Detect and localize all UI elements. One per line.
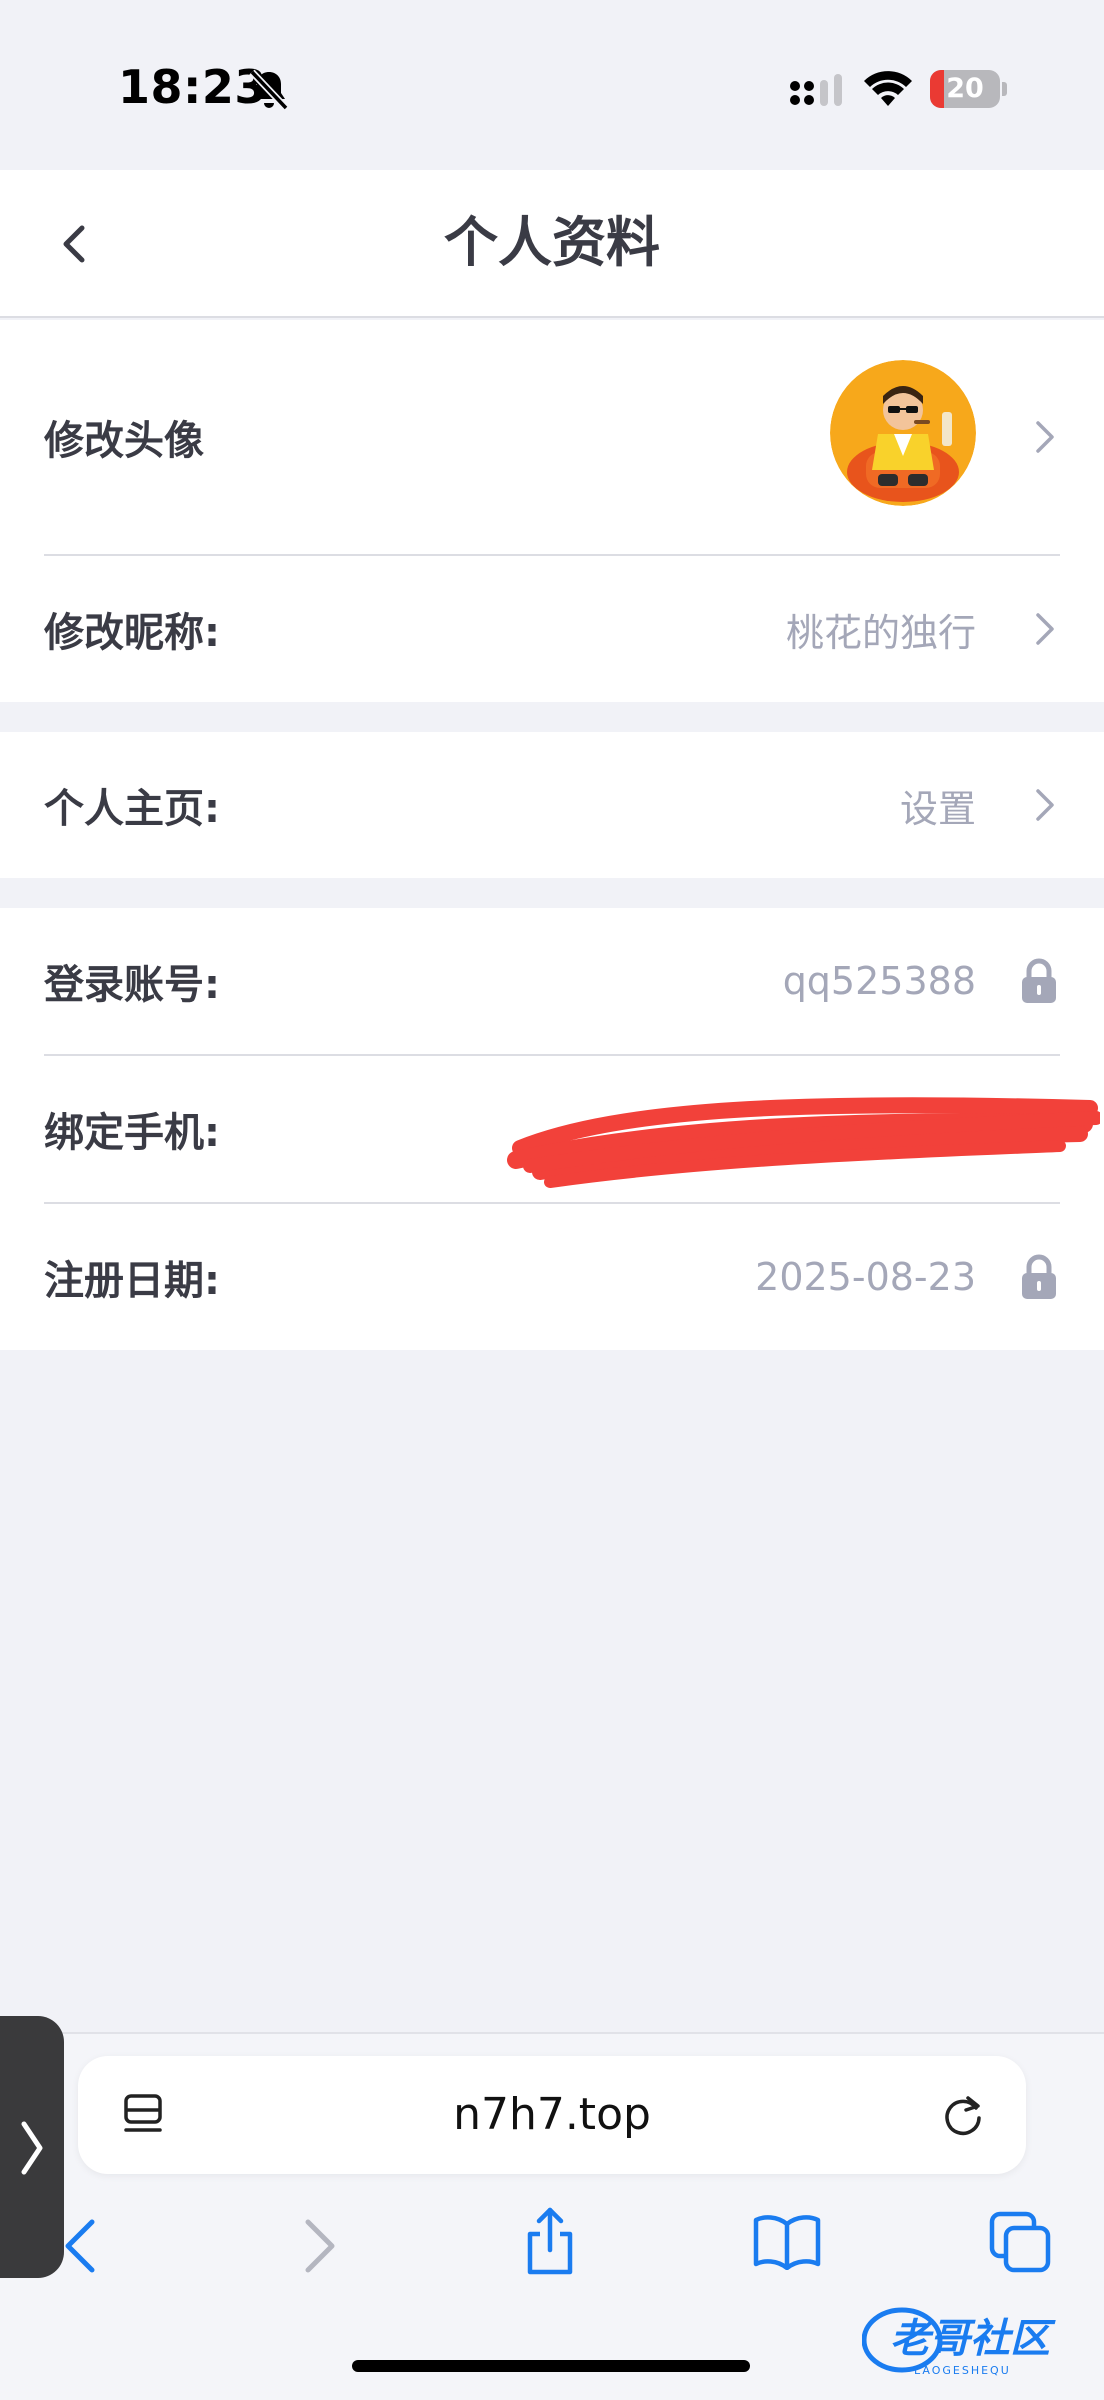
- nickname-row-label: 修改昵称:: [44, 610, 220, 656]
- side-panel-tab[interactable]: [0, 2016, 64, 2278]
- login-account-label: 登录账号:: [44, 962, 220, 1008]
- homepage-value: 设置: [899, 786, 976, 831]
- share-icon[interactable]: [520, 2206, 580, 2278]
- back-button[interactable]: [40, 208, 112, 280]
- chevron-right-icon: [1036, 789, 1054, 821]
- profile-section: 修改头像 修改昵称: 桃花的独行: [0, 320, 1104, 702]
- bell-slash-icon: [249, 69, 289, 111]
- signal-icon: [790, 74, 842, 106]
- wifi-icon: [864, 71, 912, 106]
- status-time: 18:23: [118, 60, 267, 114]
- url-text: n7h7.top: [453, 2089, 651, 2140]
- nickname-row[interactable]: 修改昵称: 桃花的独行: [0, 556, 1104, 702]
- homepage-row-label: 个人主页:: [44, 786, 220, 832]
- register-date-label: 注册日期:: [44, 1258, 220, 1304]
- homepage-section: 个人主页: 设置: [0, 732, 1104, 878]
- homepage-row[interactable]: 个人主页: 设置: [0, 732, 1104, 878]
- home-indicator: [352, 2360, 750, 2372]
- login-account-value: qq525388: [782, 959, 976, 1003]
- avatar[interactable]: [830, 360, 976, 506]
- nav-header: 个人资料: [0, 170, 1104, 318]
- bookmarks-icon[interactable]: [752, 2214, 822, 2270]
- status-bar: 18:23 20: [0, 0, 1104, 170]
- watermark: 老哥社区 LAOGESHEQU: [862, 2302, 1092, 2378]
- forward-arrow-icon[interactable]: [296, 2216, 344, 2276]
- battery-indicator: 20: [930, 70, 1007, 108]
- reload-icon[interactable]: [938, 2090, 988, 2140]
- tabs-icon[interactable]: [988, 2210, 1054, 2276]
- register-date-value: 2025-08-23: [755, 1255, 976, 1299]
- lock-icon: [1022, 958, 1056, 1003]
- address-bar[interactable]: n7h7.top: [78, 2056, 1026, 2174]
- nickname-value: 桃花的独行: [785, 610, 976, 655]
- register-date-row: 注册日期: 2025-08-23: [0, 1204, 1104, 1350]
- chevron-right-icon: [21, 2121, 43, 2175]
- chevron-right-icon: [1036, 421, 1054, 453]
- watermark-logo: 老哥社区 LAOGESHEQU: [862, 2307, 1056, 2377]
- redaction-scribble: [507, 1097, 1100, 1188]
- chevron-right-icon: [1036, 613, 1054, 645]
- page-title: 个人资料: [444, 211, 660, 274]
- svg-text:LAOGESHEQU: LAOGESHEQU: [914, 2364, 1011, 2377]
- battery-level: 20: [946, 73, 984, 104]
- avatar-row[interactable]: 修改头像: [0, 320, 1104, 554]
- svg-text:老哥社区: 老哥社区: [890, 2316, 1056, 2362]
- lock-icon: [1022, 1254, 1056, 1299]
- bound-phone-label: 绑定手机:: [44, 1110, 220, 1156]
- login-account-row: 登录账号: qq525388: [0, 908, 1104, 1054]
- avatar-row-label: 修改头像: [44, 418, 204, 464]
